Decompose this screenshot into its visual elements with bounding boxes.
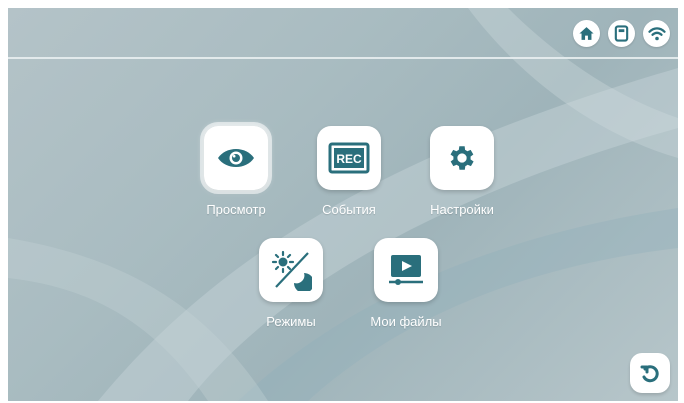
screen: Просмотр REC События Настройки Режимы Мо… — [8, 8, 678, 401]
menu-item-settings[interactable]: Настройки — [407, 126, 517, 217]
settings-label: Настройки — [430, 202, 494, 217]
menu-item-my-files[interactable]: Мои файлы — [351, 238, 461, 329]
sd-card-icon[interactable] — [608, 20, 635, 47]
modes-button[interactable] — [259, 238, 323, 302]
rec-text: REC — [336, 152, 362, 166]
wifi-icon[interactable] — [643, 20, 670, 47]
modes-label: Режимы — [266, 314, 316, 329]
menu-item-view[interactable]: Просмотр — [181, 122, 291, 217]
home-icon[interactable] — [573, 20, 600, 47]
gear-icon — [450, 146, 474, 170]
back-button[interactable] — [630, 353, 670, 393]
status-icons — [573, 20, 670, 47]
view-label: Просмотр — [206, 202, 266, 217]
top-divider — [8, 57, 678, 59]
eye-icon — [218, 149, 254, 167]
top-bar — [8, 8, 678, 58]
my-files-label: Мои файлы — [370, 314, 442, 329]
settings-button[interactable] — [430, 126, 494, 190]
day-night-icon — [271, 250, 312, 291]
menu-item-events[interactable]: REC События — [294, 126, 404, 217]
video-file-icon — [389, 255, 423, 285]
view-button[interactable] — [200, 122, 272, 194]
events-label: События — [322, 202, 376, 217]
back-arrow-icon — [640, 365, 659, 383]
my-files-button[interactable] — [374, 238, 438, 302]
menu-item-modes[interactable]: Режимы — [236, 238, 346, 329]
events-button[interactable]: REC — [317, 126, 381, 190]
rec-icon: REC — [328, 142, 370, 174]
